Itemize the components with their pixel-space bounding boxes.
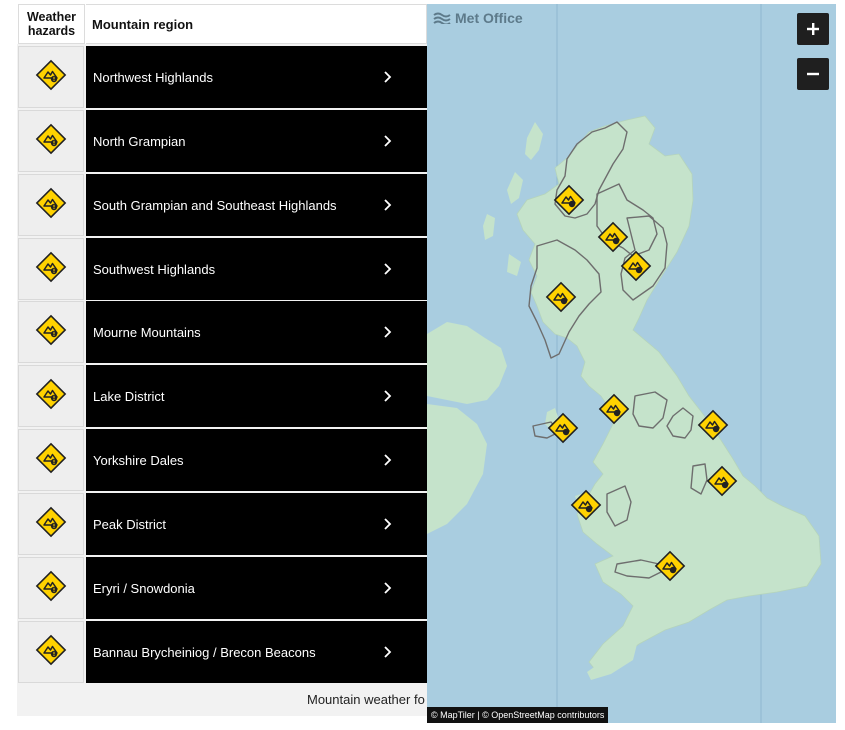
met-office-logo: Met Office	[433, 10, 523, 26]
table-row: Bannau Brycheiniog / Brecon Beacons	[17, 621, 427, 683]
chevron-right-icon	[379, 324, 395, 340]
region-name: Peak District	[93, 516, 166, 532]
uk-map[interactable]: Met Office © MapTiler | © OpenStreetMap …	[427, 4, 836, 723]
table-row: South Grampian and Southeast Highlands	[17, 174, 427, 236]
chevron-right-icon	[379, 580, 395, 596]
table-row: Yorkshire Dales	[17, 429, 427, 491]
hazard-cell	[18, 621, 84, 683]
table-row: North Grampian	[17, 110, 427, 172]
region-name: Lake District	[93, 388, 165, 404]
region-link[interactable]: Lake District	[86, 365, 427, 427]
region-link[interactable]: Yorkshire Dales	[86, 429, 427, 491]
met-office-logo-text: Met Office	[455, 10, 523, 26]
mountain-warning-icon	[35, 187, 67, 224]
mountain-warning-icon	[35, 314, 67, 351]
chevron-right-icon	[379, 261, 395, 277]
mountain-warning-icon	[35, 570, 67, 607]
mountain-warning-icon	[35, 123, 67, 160]
hazard-cell	[18, 238, 84, 300]
region-name: Northwest Highlands	[93, 69, 213, 85]
region-name: South Grampian and Southeast Highlands	[93, 197, 337, 213]
region-name: Yorkshire Dales	[93, 452, 184, 468]
hazard-cell	[18, 301, 84, 363]
table-row: Eryri / Snowdonia	[17, 557, 427, 619]
table-row: Mourne Mountains	[17, 301, 427, 363]
hazard-cell	[18, 429, 84, 491]
table-header: Weather hazards Mountain region	[17, 4, 427, 44]
region-name: Eryri / Snowdonia	[93, 580, 195, 596]
mountain-warning-icon	[35, 59, 67, 96]
zoom-in-button[interactable]	[797, 13, 829, 45]
mountain-regions-table: Weather hazards Mountain region Northwes…	[17, 4, 427, 716]
header-weather-hazards: Weather hazards	[18, 4, 85, 44]
table-row: Southwest Highlands	[17, 238, 427, 300]
mountain-warning-icon	[35, 442, 67, 479]
ireland-landmass	[427, 322, 507, 404]
region-link[interactable]: Southwest Highlands	[86, 238, 427, 300]
met-office-logo-icon	[433, 12, 451, 24]
chevron-right-icon	[379, 516, 395, 532]
zoom-out-button[interactable]	[797, 58, 829, 90]
region-link[interactable]: North Grampian	[86, 110, 427, 172]
chevron-right-icon	[379, 388, 395, 404]
table-footer-text: Mountain weather fo	[307, 692, 425, 707]
region-link[interactable]: Peak District	[86, 493, 427, 555]
mountain-warning-icon	[35, 506, 67, 543]
map-attribution[interactable]: © MapTiler | © OpenStreetMap contributor…	[427, 707, 609, 723]
map-canvas[interactable]	[427, 4, 836, 723]
region-name: Bannau Brycheiniog / Brecon Beacons	[93, 644, 316, 660]
chevron-right-icon	[379, 452, 395, 468]
mountain-warning-icon	[35, 634, 67, 671]
chevron-right-icon	[379, 197, 395, 213]
chevron-right-icon	[379, 644, 395, 660]
mountain-warning-icon	[35, 378, 67, 415]
header-mountain-region: Mountain region	[86, 4, 427, 44]
region-name: Mourne Mountains	[93, 324, 201, 340]
hazard-cell	[18, 365, 84, 427]
mountain-warning-icon	[35, 251, 67, 288]
hazard-cell	[18, 110, 84, 172]
table-row: Peak District	[17, 493, 427, 555]
hazard-cell	[18, 174, 84, 236]
table-row: Lake District	[17, 365, 427, 427]
chevron-right-icon	[379, 133, 395, 149]
minus-icon	[807, 72, 819, 76]
hazard-cell	[18, 493, 84, 555]
hazard-cell	[18, 557, 84, 619]
region-link[interactable]: Eryri / Snowdonia	[86, 557, 427, 619]
region-link[interactable]: Northwest Highlands	[86, 46, 427, 108]
plus-icon	[807, 23, 819, 35]
region-link[interactable]: South Grampian and Southeast Highlands	[86, 174, 427, 236]
region-link[interactable]: Mourne Mountains	[86, 301, 427, 363]
region-name: North Grampian	[93, 133, 186, 149]
region-link[interactable]: Bannau Brycheiniog / Brecon Beacons	[86, 621, 427, 683]
chevron-right-icon	[379, 69, 395, 85]
hazard-cell	[18, 46, 84, 108]
table-row: Northwest Highlands	[17, 46, 427, 108]
region-name: Southwest Highlands	[93, 261, 216, 277]
